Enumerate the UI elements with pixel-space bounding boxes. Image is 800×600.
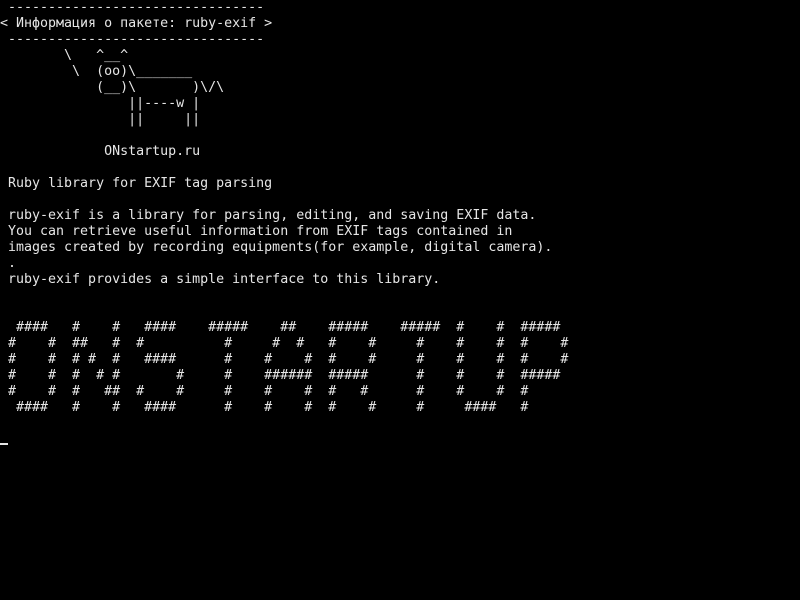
site-credit: ONstartup.ru (0, 144, 201, 159)
banner-line: # # # # # #### # # # # # # # # # # (0, 352, 569, 367)
package-description: ruby-exif provides a simple interface to… (0, 272, 441, 287)
package-description: . (0, 256, 17, 271)
terminal-line: -------------------------------- (0, 0, 265, 15)
package-description: images created by recording equipments(f… (0, 240, 553, 255)
banner-line: # # ## # # # # # # # # # # # # (0, 336, 569, 351)
banner-line: #### # # #### # # # # # # #### # (0, 400, 529, 415)
package-summary: Ruby library for EXIF tag parsing (0, 176, 273, 191)
banner-line: # # # ## # # # # # # # # # # # (0, 384, 529, 399)
package-description: ruby-exif is a library for parsing, edit… (0, 208, 537, 223)
terminal-screen[interactable]: -------------------------------- < Инфор… (0, 0, 800, 600)
text-cursor (0, 443, 8, 445)
terminal-line: \ ^__^ (0, 48, 129, 63)
terminal-line: \ (oo)\_______ (0, 64, 193, 79)
terminal-line: ||----w | (0, 96, 201, 111)
terminal-line: -------------------------------- (0, 32, 265, 47)
banner-line: # # # # # # # ###### ##### # # # ##### (0, 368, 561, 383)
terminal-line: < Информация о пакете: ruby-exif > (0, 16, 273, 31)
banner-line: #### # # #### ##### ## ##### ##### # # #… (0, 320, 561, 335)
terminal-line: (__)\ )\/\ (0, 80, 225, 95)
terminal-line: || || (0, 112, 201, 127)
package-description: You can retrieve useful information from… (0, 224, 513, 239)
